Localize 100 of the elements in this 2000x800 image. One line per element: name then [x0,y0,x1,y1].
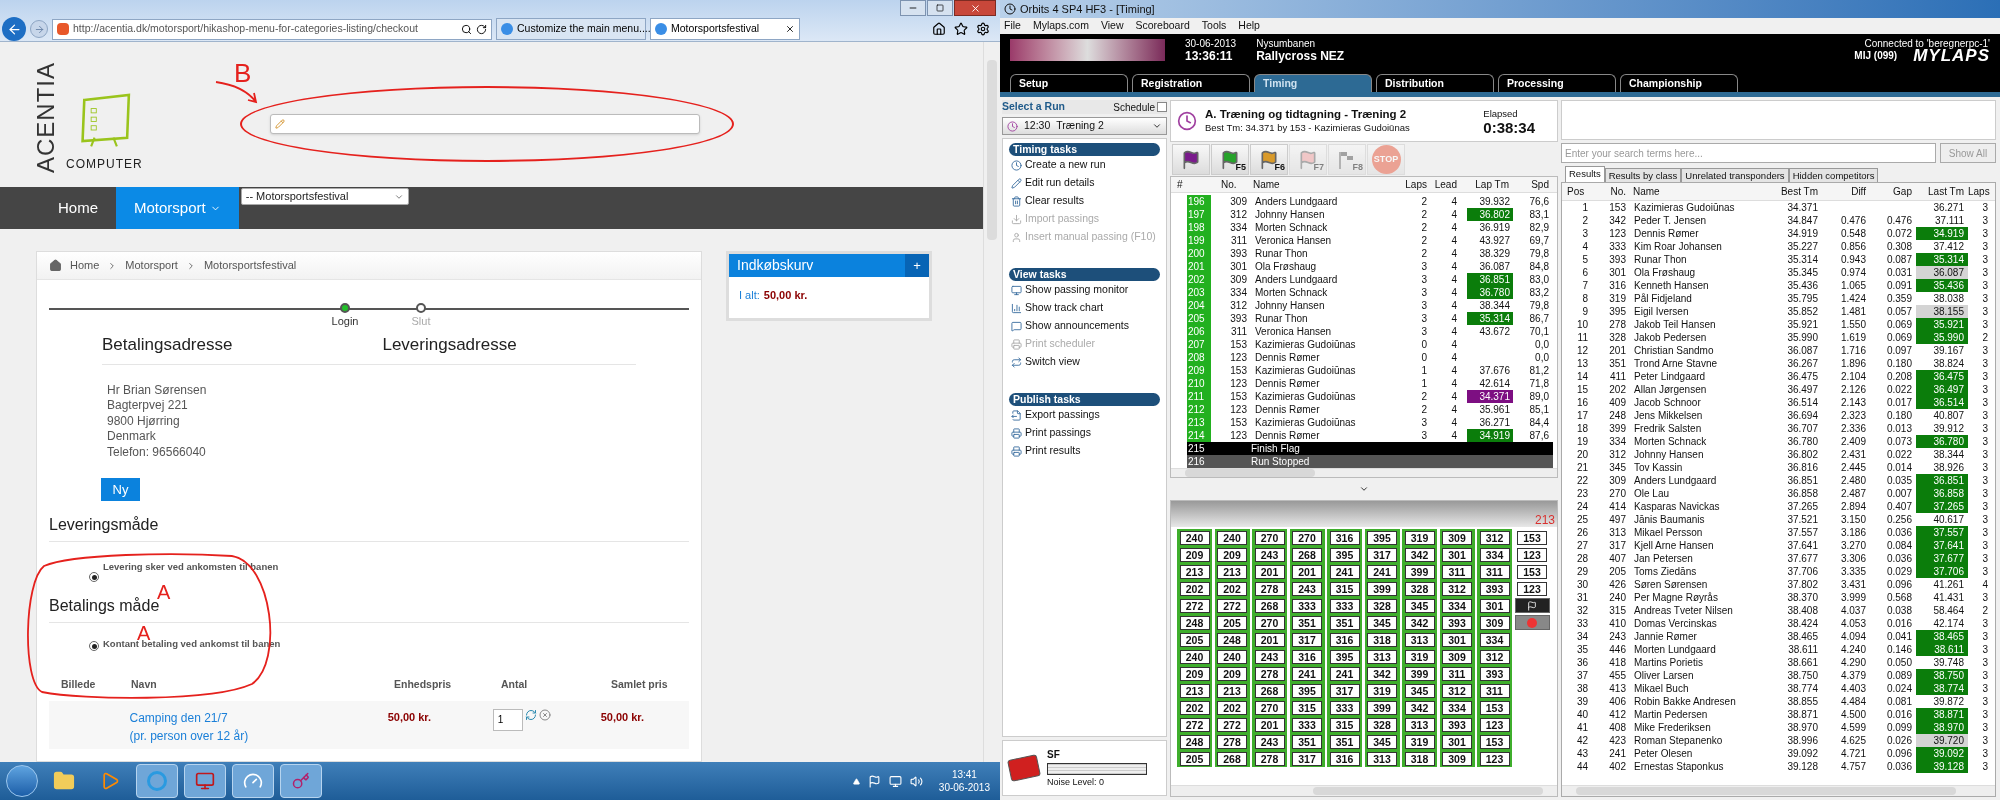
bib-number-tile[interactable]: 209 [1217,547,1247,562]
tab[interactable]: Timing [1254,74,1372,92]
menu-item[interactable]: Help [1238,18,1260,34]
bib-number-tile[interactable]: 268 [1254,598,1285,613]
menu-item[interactable]: View [1100,18,1124,34]
bib-number-tile[interactable]: 342 [1367,666,1397,681]
task-link[interactable]: Show passing monitor [1009,281,1160,299]
bib-number-tile[interactable]: 153 [1517,530,1547,545]
bib-number-tile[interactable]: 316 [1292,649,1322,664]
bib-number-tile[interactable]: 312 [1442,581,1472,596]
run-dropdown[interactable]: 12:30 Træning 2 [1002,117,1167,135]
tab[interactable]: Results by class [1604,168,1682,182]
bib-number-tile[interactable]: 241 [1367,564,1397,579]
task-link[interactable]: Export passings [1009,406,1160,424]
bib-number-tile[interactable]: 345 [1404,598,1435,613]
radio-button[interactable] [89,572,99,582]
bib-number-tile[interactable]: 319 [1367,683,1397,698]
column-header[interactable]: Spd [1513,177,1553,192]
search-field[interactable] [270,114,700,134]
back-button[interactable] [2,17,26,41]
volume-icon[interactable] [909,774,923,788]
bib-number-tile[interactable]: 272 [1217,717,1247,732]
maximize-button[interactable] [927,0,953,16]
refresh-icon[interactable] [476,23,487,35]
bib-number-tile[interactable]: 272 [1179,717,1210,732]
bib-number-tile[interactable]: 123 [1517,581,1547,596]
show-hidden-icons[interactable] [852,777,860,785]
bib-number-tile[interactable]: 395 [1329,649,1360,664]
nav-item[interactable]: Home [40,187,116,229]
bib-number-tile[interactable]: 309 [1479,615,1510,630]
vertical-scrollbar[interactable] [983,42,1000,762]
bib-number-tile[interactable]: 317 [1367,547,1397,562]
bib-number-tile[interactable]: 241 [1292,666,1322,681]
horizontal-scrollbar[interactable] [1171,785,1557,796]
add-button[interactable]: + [905,254,929,277]
bib-number-tile[interactable]: 301 [1442,547,1472,562]
bib-number-tile[interactable]: 318 [1367,632,1397,647]
bib-number-tile[interactable]: 345 [1367,615,1397,630]
column-header[interactable]: Gap [1870,184,1916,199]
nav-item[interactable]: Motorsport [116,187,239,229]
bib-number-tile[interactable]: 248 [1179,615,1210,630]
column-header[interactable]: No. [1596,184,1630,199]
bib-number-tile[interactable]: 328 [1367,717,1397,732]
bib-number-tile[interactable]: 309 [1442,530,1472,545]
menu-item[interactable]: Scoreboard [1135,18,1190,34]
browser-tab[interactable]: Motorsportsfestival [650,18,800,40]
bib-number-tile[interactable]: 313 [1367,751,1397,766]
bib-number-tile[interactable]: 351 [1329,615,1360,630]
task-link[interactable]: Switch view [1009,353,1160,371]
tab[interactable]: Unrelated transponders [1681,168,1789,182]
bib-number-tile[interactable]: 201 [1254,632,1285,647]
bib-number-tile[interactable]: 395 [1367,530,1397,545]
taskbar-app[interactable] [280,764,322,798]
bib-number-tile[interactable]: 399 [1367,581,1397,596]
category-select[interactable]: -- Motorsportsfestival [240,188,409,205]
bib-number-tile[interactable]: 243 [1292,581,1322,596]
bib-number-tile[interactable]: 313 [1404,717,1435,732]
new-address-button[interactable]: Ny [101,478,140,501]
bib-number-tile[interactable]: 240 [1179,649,1210,664]
bib-number-tile[interactable]: 278 [1254,666,1285,681]
horizontal-scrollbar[interactable] [1171,468,1557,477]
minimize-button[interactable] [900,0,926,16]
column-header[interactable]: Pos [1564,184,1596,199]
bib-number-tile[interactable]: 345 [1367,734,1397,749]
bib-number-tile[interactable]: 311 [1442,666,1472,681]
column-header[interactable]: Laps [1968,184,1990,199]
bib-number-tile[interactable]: 202 [1217,700,1247,715]
bib-number-tile[interactable]: 268 [1254,683,1285,698]
column-header[interactable]: Lap Tm [1461,177,1513,192]
column-header[interactable]: Last Tm [1916,184,1968,199]
bib-number-tile[interactable]: 209 [1217,666,1247,681]
network-icon[interactable] [888,774,902,788]
bib-number-tile[interactable]: 301 [1442,632,1472,647]
bib-number-tile[interactable]: 313 [1367,649,1397,664]
bib-number-tile[interactable]: 213 [1179,564,1210,579]
bib-number-tile[interactable]: 243 [1254,734,1285,749]
bib-number-tile[interactable]: 240 [1179,530,1210,545]
bib-number-tile[interactable]: 270 [1292,530,1322,545]
flag-icon[interactable] [867,774,881,788]
bib-number-tile[interactable]: 311 [1479,683,1510,698]
task-link[interactable]: Show track chart [1009,299,1160,317]
bib-number-tile[interactable]: 334 [1442,700,1472,715]
menu-item[interactable]: Tools [1201,18,1227,34]
bib-number-tile[interactable]: 209 [1179,547,1210,562]
bib-number-tile[interactable]: 309 [1442,751,1472,766]
bib-number-tile[interactable]: 342 [1404,700,1435,715]
bib-number-tile[interactable]: 153 [1479,734,1510,749]
bib-number-tile[interactable]: 342 [1404,547,1435,562]
address-bar[interactable]: http://acentia.dk/motorsport/hikashop-menu-for-categories-listing/checkout [52,18,492,40]
bib-number-tile[interactable]: 328 [1367,598,1397,613]
bib-number-tile[interactable]: 315 [1329,581,1360,596]
settings-icon[interactable] [976,22,990,36]
bib-number-tile[interactable]: 278 [1254,751,1285,766]
column-header[interactable]: Lead [1431,177,1461,192]
bib-number-tile[interactable]: 316 [1329,632,1360,647]
bib-number-tile[interactable]: 395 [1292,683,1322,698]
menu-item[interactable]: File [1004,18,1021,34]
bib-number-tile[interactable]: 328 [1404,581,1435,596]
bib-number-tile[interactable]: 333 [1292,598,1322,613]
bib-number-tile[interactable]: 317 [1292,632,1322,647]
